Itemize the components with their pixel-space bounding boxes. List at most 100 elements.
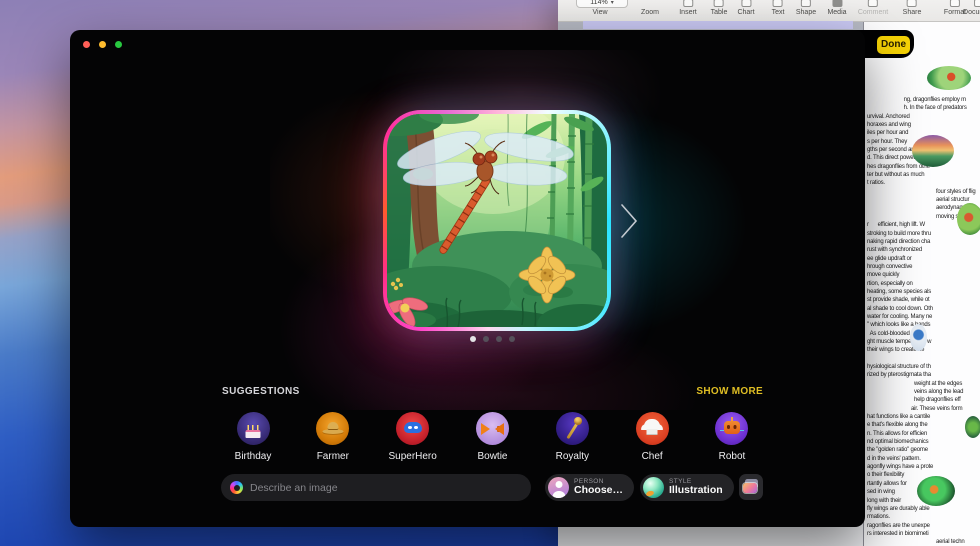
- suggestions-heading: SUGGESTIONS: [222, 386, 300, 397]
- document-line: fly wings are durably able: [867, 505, 980, 513]
- show-more-button[interactable]: SHOW MORE: [696, 386, 763, 397]
- next-image-button[interactable]: [620, 203, 638, 239]
- suggestion-label: Chef: [642, 451, 663, 462]
- fullscreen-button[interactable]: [115, 41, 122, 48]
- suggestion-label: Farmer: [317, 451, 349, 462]
- inline-photo-dragonfly-icon: [927, 66, 971, 90]
- illustration-style-icon: [643, 477, 664, 498]
- inline-photo-beetle-small-icon: [965, 416, 980, 438]
- document-line: aerial techn: [867, 538, 980, 546]
- document-line: naking rapid direction cha: [867, 238, 980, 246]
- style-selector[interactable]: STYLE Illustration: [640, 474, 734, 501]
- pagination-dots: [470, 336, 515, 342]
- suggestion-chip[interactable]: Royalty: [541, 412, 603, 462]
- minimize-button[interactable]: [99, 41, 106, 48]
- robot-icon: [715, 412, 748, 445]
- toolbar-button[interactable]: Text: [772, 0, 785, 16]
- photos-picker-button[interactable]: [739, 474, 763, 500]
- document-line: water for cooling. Many ne: [867, 313, 980, 321]
- chef-hat-icon: [636, 412, 669, 445]
- pagination-dot[interactable]: [509, 336, 515, 342]
- generated-image-card[interactable]: [383, 110, 611, 331]
- suggestion-chip[interactable]: Chef: [621, 412, 683, 462]
- close-button[interactable]: [83, 41, 90, 48]
- suggestions-header: SUGGESTIONS SHOW MORE: [222, 386, 763, 397]
- style-value: Illustration: [669, 485, 723, 496]
- document-line: d in the veins' pattern.: [867, 455, 980, 463]
- toolbar-button[interactable]: Shape: [796, 0, 816, 16]
- toolbar-button[interactable]: Comment: [858, 0, 888, 16]
- pagination-dot[interactable]: [496, 336, 502, 342]
- document-line: nd optimal biomechanics: [867, 438, 980, 446]
- suggestion-chip[interactable]: Birthday: [222, 412, 284, 462]
- chevron-right-icon: [622, 205, 636, 237]
- shape-icon: [801, 0, 811, 7]
- describe-image-input[interactable]: [250, 482, 522, 494]
- inline-photo-beetle-icon: [917, 476, 955, 506]
- suggestion-label: Royalty: [556, 451, 589, 462]
- document-line: t ratios.: [867, 179, 980, 187]
- document-line: agonfly wings have a prote: [867, 463, 980, 471]
- pagination-dot[interactable]: [483, 336, 489, 342]
- document-line: the "golden ratio" geome: [867, 446, 980, 454]
- document-line: n. This allows for efficien: [867, 430, 980, 438]
- image-playground-window: SUGGESTIONS SHOW MORE Birthday Farmer Su…: [70, 30, 865, 527]
- toolbar-button[interactable]: Media: [827, 0, 846, 16]
- generated-dragonfly-image: [387, 114, 607, 327]
- format-icon: [950, 0, 960, 7]
- done-button[interactable]: Done: [877, 36, 910, 54]
- suggestion-chip[interactable]: Robot: [701, 412, 763, 462]
- toolbar-button[interactable]: Chart: [737, 0, 754, 16]
- document-line: [867, 355, 980, 363]
- share-icon: [907, 0, 917, 7]
- suggestion-chip[interactable]: SuperHero: [382, 412, 444, 462]
- document-line: al shade to cool down. Oth: [867, 305, 980, 313]
- apple-intelligence-icon: [230, 481, 243, 494]
- document-icon: [974, 0, 980, 7]
- superhero-mask-icon: [396, 412, 429, 445]
- zoom-level-control[interactable]: 114%: [576, 0, 628, 8]
- comment-icon: [868, 0, 878, 7]
- person-selector[interactable]: PERSON Choose…: [545, 474, 634, 501]
- suggestion-chip[interactable]: Farmer: [302, 412, 364, 462]
- toolbar-button[interactable]: Document: [963, 0, 980, 16]
- suggestion-label: Robot: [719, 451, 746, 462]
- photos-icon: [743, 483, 757, 493]
- document-line: st provide shade, while ot: [867, 296, 980, 304]
- document-line: hat functions like a cantile: [867, 413, 980, 421]
- document-selection-strip: [583, 21, 853, 29]
- document-line: four styles of flig: [867, 188, 980, 196]
- document-page[interactable]: ng, dragonflies employ m h. In the face …: [863, 22, 980, 546]
- document-line: rized by pterostigmata tha: [867, 371, 980, 379]
- document-line: ter but without as much: [867, 171, 980, 179]
- document-line: ee glide updraft or: [867, 255, 980, 263]
- suggestion-label: SuperHero: [388, 451, 436, 462]
- document-line: rs interested in biomimeti: [867, 530, 980, 538]
- toolbar-button[interactable]: Share: [903, 0, 922, 16]
- document-line: hrough convective: [867, 263, 980, 271]
- chart-icon: [741, 0, 751, 7]
- inline-photo-red-dragonfly-icon: [957, 203, 980, 235]
- document-line: h. In the face of predators: [867, 104, 980, 112]
- document-line: move quickly: [867, 271, 980, 279]
- insert-icon: [683, 0, 693, 7]
- suggestion-chip[interactable]: Bowtie: [461, 412, 523, 462]
- pages-toolbar: View Zoom Insert Table Chart Text: [558, 0, 980, 22]
- suggestion-label: Bowtie: [477, 451, 507, 462]
- document-line: e that's flexible along the: [867, 421, 980, 429]
- pagination-dot[interactable]: [470, 336, 476, 342]
- toolbar-button[interactable]: Table: [711, 0, 728, 16]
- document-text-column: ng, dragonflies employ m h. In the face …: [867, 42, 980, 546]
- birthday-cake-icon: [237, 412, 270, 445]
- inline-photo-sunset-dragonfly-icon: [912, 135, 954, 167]
- document-line: air. These veins form: [867, 405, 980, 413]
- toolbar-button[interactable]: Zoom: [641, 0, 659, 16]
- document-line: hysiological structure of th: [867, 363, 980, 371]
- person-value: Choose…: [574, 485, 623, 496]
- window-controls: [83, 41, 122, 48]
- prompt-field-container: [221, 474, 531, 501]
- toolbar-button[interactable]: Insert: [679, 0, 697, 16]
- document-line: horaxes and wing: [867, 121, 980, 129]
- text-icon: [773, 0, 783, 7]
- document-line: ng, dragonflies employ m: [867, 96, 980, 104]
